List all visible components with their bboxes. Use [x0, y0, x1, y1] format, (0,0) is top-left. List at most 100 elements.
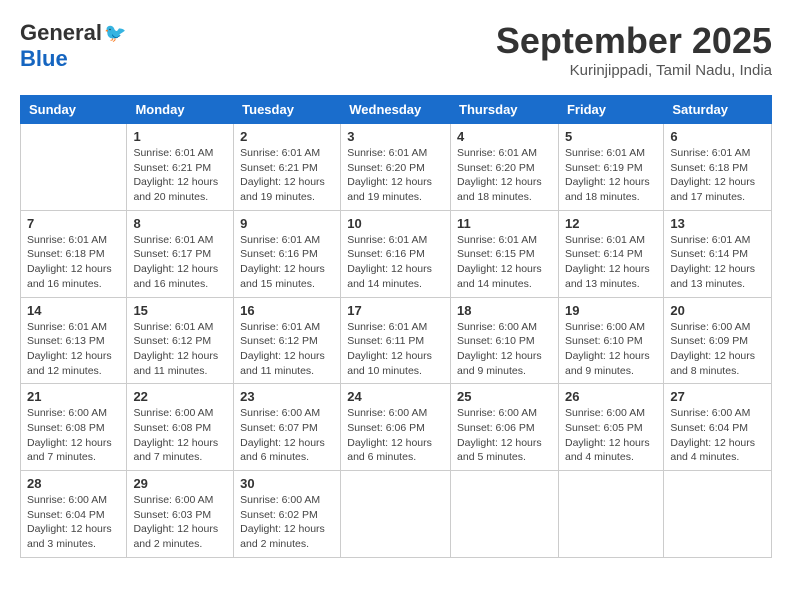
day-info: Sunrise: 6:00 AM Sunset: 6:06 PM Dayligh… — [347, 406, 444, 465]
day-info: Sunrise: 6:01 AM Sunset: 6:14 PM Dayligh… — [670, 233, 765, 292]
calendar-cell: 9 Sunrise: 6:01 AM Sunset: 6:16 PM Daylig… — [234, 210, 341, 297]
month-title: September 2025 — [496, 20, 772, 62]
day-info: Sunrise: 6:00 AM Sunset: 6:04 PM Dayligh… — [27, 493, 120, 552]
day-info: Sunrise: 6:00 AM Sunset: 6:10 PM Dayligh… — [565, 320, 657, 379]
day-info: Sunrise: 6:01 AM Sunset: 6:11 PM Dayligh… — [347, 320, 444, 379]
day-info: Sunrise: 6:00 AM Sunset: 6:08 PM Dayligh… — [27, 406, 120, 465]
day-number: 14 — [27, 303, 120, 318]
logo: General 🐦 Blue — [20, 20, 126, 72]
calendar-cell: 1 Sunrise: 6:01 AM Sunset: 6:21 PM Daylig… — [127, 124, 234, 211]
day-number: 29 — [133, 476, 227, 491]
day-number: 6 — [670, 129, 765, 144]
day-number: 30 — [240, 476, 334, 491]
day-number: 17 — [347, 303, 444, 318]
day-info: Sunrise: 6:01 AM Sunset: 6:16 PM Dayligh… — [347, 233, 444, 292]
calendar-cell: 10 Sunrise: 6:01 AM Sunset: 6:16 PM Dayli… — [341, 210, 451, 297]
day-info: Sunrise: 6:00 AM Sunset: 6:10 PM Dayligh… — [457, 320, 552, 379]
calendar-cell: 5 Sunrise: 6:01 AM Sunset: 6:19 PM Daylig… — [558, 124, 663, 211]
day-number: 28 — [27, 476, 120, 491]
day-info: Sunrise: 6:01 AM Sunset: 6:21 PM Dayligh… — [133, 146, 227, 205]
day-number: 15 — [133, 303, 227, 318]
calendar-cell: 20 Sunrise: 6:00 AM Sunset: 6:09 PM Dayli… — [664, 297, 772, 384]
day-number: 4 — [457, 129, 552, 144]
calendar-table: SundayMondayTuesdayWednesdayThursdayFrid… — [20, 95, 772, 558]
day-number: 13 — [670, 216, 765, 231]
day-number: 12 — [565, 216, 657, 231]
day-info: Sunrise: 6:00 AM Sunset: 6:07 PM Dayligh… — [240, 406, 334, 465]
day-header-friday: Friday — [558, 96, 663, 124]
calendar-cell — [341, 471, 451, 558]
day-number: 18 — [457, 303, 552, 318]
calendar-cell: 24 Sunrise: 6:00 AM Sunset: 6:06 PM Dayli… — [341, 384, 451, 471]
day-info: Sunrise: 6:00 AM Sunset: 6:04 PM Dayligh… — [670, 406, 765, 465]
day-number: 20 — [670, 303, 765, 318]
location: Kurinjippadi, Tamil Nadu, India — [496, 62, 772, 79]
day-number: 3 — [347, 129, 444, 144]
calendar-cell: 12 Sunrise: 6:01 AM Sunset: 6:14 PM Dayli… — [558, 210, 663, 297]
day-number: 11 — [457, 216, 552, 231]
day-number: 23 — [240, 389, 334, 404]
day-info: Sunrise: 6:00 AM Sunset: 6:03 PM Dayligh… — [133, 493, 227, 552]
day-info: Sunrise: 6:00 AM Sunset: 6:08 PM Dayligh… — [133, 406, 227, 465]
calendar-cell: 2Sunrise: 6:01 AM Sunset: 6:21 PM Daylig… — [234, 124, 341, 211]
day-header-tuesday: Tuesday — [234, 96, 341, 124]
logo-general-text: General — [20, 20, 102, 46]
day-number: 10 — [347, 216, 444, 231]
day-info: Sunrise: 6:01 AM Sunset: 6:20 PM Dayligh… — [347, 146, 444, 205]
day-number: 25 — [457, 389, 552, 404]
calendar-cell: 21Sunrise: 6:00 AM Sunset: 6:08 PM Dayli… — [21, 384, 127, 471]
calendar-cell: 11 Sunrise: 6:01 AM Sunset: 6:15 PM Dayli… — [451, 210, 559, 297]
day-number: 26 — [565, 389, 657, 404]
calendar-week-2: 7 Sunrise: 6:01 AM Sunset: 6:18 PM Daylig… — [21, 210, 772, 297]
calendar-week-3: 14 Sunrise: 6:01 AM Sunset: 6:13 PM Dayli… — [21, 297, 772, 384]
day-header-monday: Monday — [127, 96, 234, 124]
calendar-cell: 25Sunrise: 6:00 AM Sunset: 6:06 PM Dayli… — [451, 384, 559, 471]
calendar-week-4: 21Sunrise: 6:00 AM Sunset: 6:08 PM Dayli… — [21, 384, 772, 471]
title-block: September 2025 Kurinjippadi, Tamil Nadu,… — [496, 20, 772, 79]
day-info: Sunrise: 6:00 AM Sunset: 6:09 PM Dayligh… — [670, 320, 765, 379]
page-header: General 🐦 Blue September 2025 Kurinjippa… — [20, 20, 772, 79]
calendar-cell: 14 Sunrise: 6:01 AM Sunset: 6:13 PM Dayli… — [21, 297, 127, 384]
day-info: Sunrise: 6:01 AM Sunset: 6:21 PM Dayligh… — [240, 146, 334, 205]
day-header-saturday: Saturday — [664, 96, 772, 124]
day-number: 19 — [565, 303, 657, 318]
calendar-cell: 3 Sunrise: 6:01 AM Sunset: 6:20 PM Daylig… — [341, 124, 451, 211]
calendar-cell — [664, 471, 772, 558]
calendar-cell: 4Sunrise: 6:01 AM Sunset: 6:20 PM Daylig… — [451, 124, 559, 211]
day-number: 1 — [133, 129, 227, 144]
day-header-sunday: Sunday — [21, 96, 127, 124]
day-info: Sunrise: 6:01 AM Sunset: 6:15 PM Dayligh… — [457, 233, 552, 292]
bird-icon: 🐦 — [104, 23, 126, 44]
calendar-cell — [451, 471, 559, 558]
day-number: 24 — [347, 389, 444, 404]
logo-blue-text: Blue — [20, 46, 68, 72]
day-number: 9 — [240, 216, 334, 231]
calendar-cell: 26Sunrise: 6:00 AM Sunset: 6:05 PM Dayli… — [558, 384, 663, 471]
day-info: Sunrise: 6:01 AM Sunset: 6:18 PM Dayligh… — [27, 233, 120, 292]
calendar-cell: 18 Sunrise: 6:00 AM Sunset: 6:10 PM Dayli… — [451, 297, 559, 384]
day-info: Sunrise: 6:01 AM Sunset: 6:14 PM Dayligh… — [565, 233, 657, 292]
day-info: Sunrise: 6:01 AM Sunset: 6:18 PM Dayligh… — [670, 146, 765, 205]
day-header-wednesday: Wednesday — [341, 96, 451, 124]
calendar-cell: 22Sunrise: 6:00 AM Sunset: 6:08 PM Dayli… — [127, 384, 234, 471]
calendar-cell — [21, 124, 127, 211]
day-number: 5 — [565, 129, 657, 144]
calendar-week-5: 28 Sunrise: 6:00 AM Sunset: 6:04 PM Dayli… — [21, 471, 772, 558]
day-info: Sunrise: 6:01 AM Sunset: 6:13 PM Dayligh… — [27, 320, 120, 379]
day-header-thursday: Thursday — [451, 96, 559, 124]
calendar-cell — [558, 471, 663, 558]
day-number: 7 — [27, 216, 120, 231]
calendar-cell: 16Sunrise: 6:01 AM Sunset: 6:12 PM Dayli… — [234, 297, 341, 384]
day-info: Sunrise: 6:01 AM Sunset: 6:12 PM Dayligh… — [133, 320, 227, 379]
day-number: 16 — [240, 303, 334, 318]
day-info: Sunrise: 6:01 AM Sunset: 6:17 PM Dayligh… — [133, 233, 227, 292]
calendar-cell: 28 Sunrise: 6:00 AM Sunset: 6:04 PM Dayli… — [21, 471, 127, 558]
day-info: Sunrise: 6:01 AM Sunset: 6:16 PM Dayligh… — [240, 233, 334, 292]
calendar-cell: 17 Sunrise: 6:01 AM Sunset: 6:11 PM Dayli… — [341, 297, 451, 384]
day-info: Sunrise: 6:01 AM Sunset: 6:19 PM Dayligh… — [565, 146, 657, 205]
calendar-cell: 23 Sunrise: 6:00 AM Sunset: 6:07 PM Dayli… — [234, 384, 341, 471]
calendar-cell: 27Sunrise: 6:00 AM Sunset: 6:04 PM Dayli… — [664, 384, 772, 471]
calendar-cell: 6 Sunrise: 6:01 AM Sunset: 6:18 PM Daylig… — [664, 124, 772, 211]
day-info: Sunrise: 6:00 AM Sunset: 6:02 PM Dayligh… — [240, 493, 334, 552]
calendar-week-1: 1 Sunrise: 6:01 AM Sunset: 6:21 PM Daylig… — [21, 124, 772, 211]
